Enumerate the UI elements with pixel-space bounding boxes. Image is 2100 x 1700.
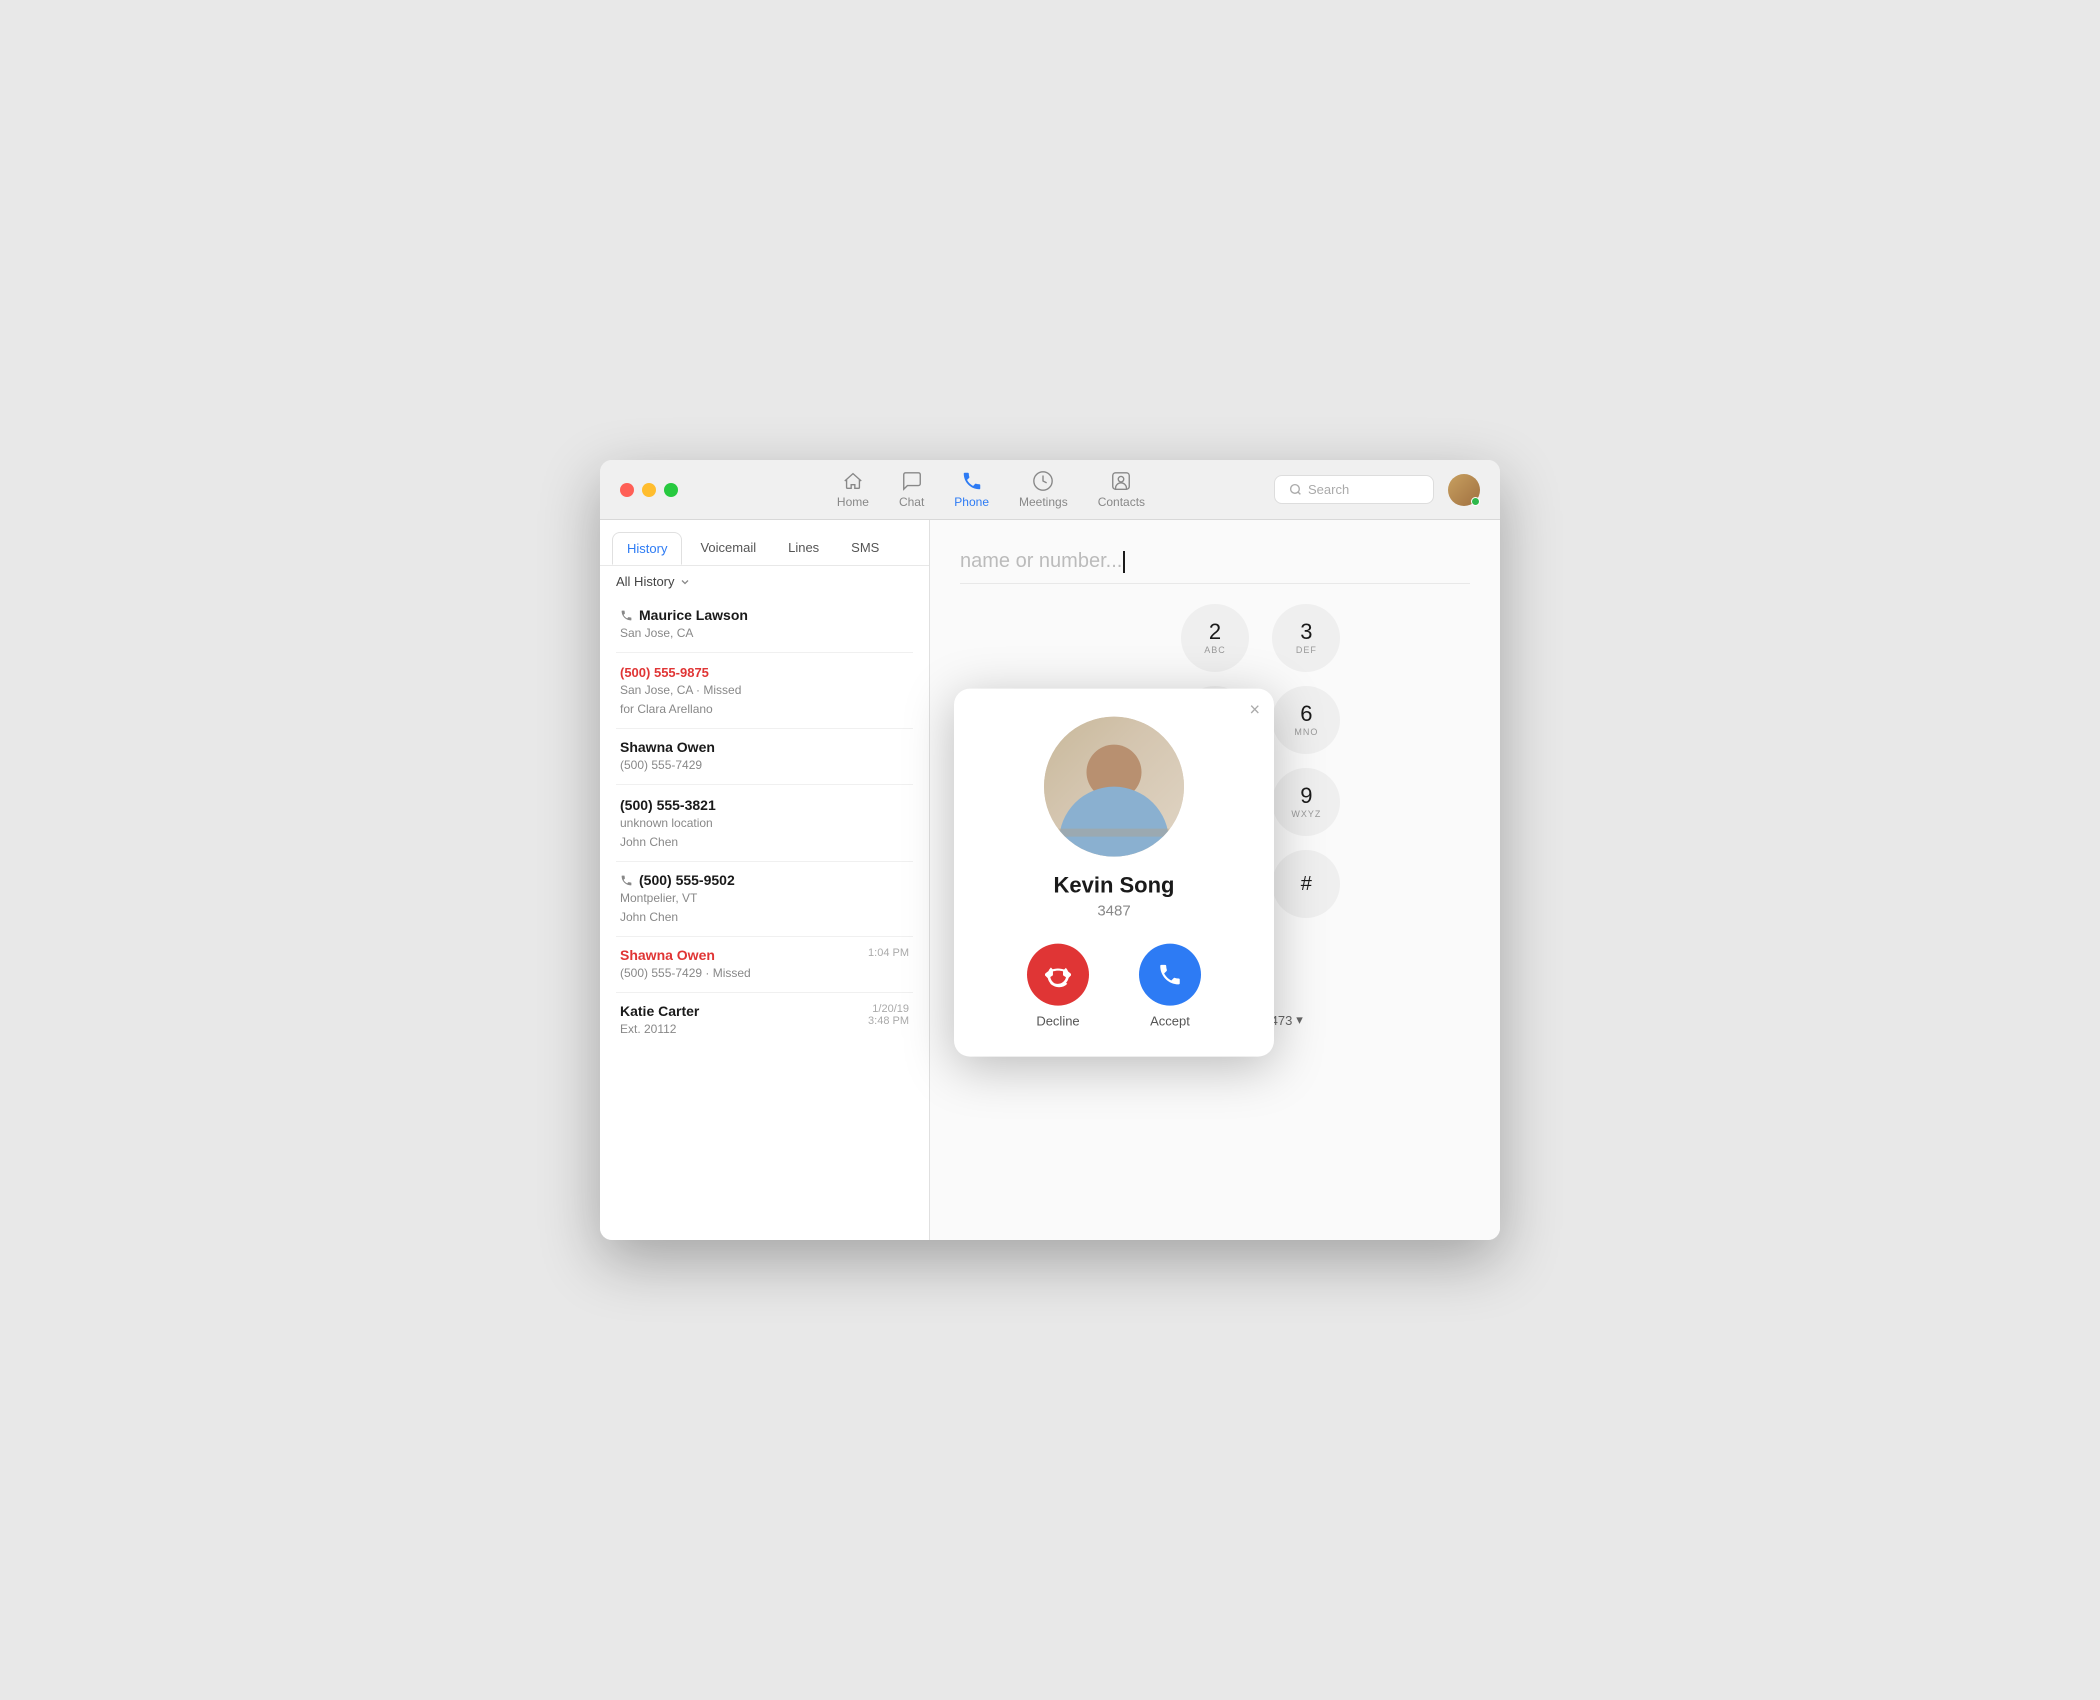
caller-avatar-img (1044, 717, 1184, 857)
nav-phone[interactable]: Phone (954, 470, 989, 509)
call-actions: Decline Accept (1027, 944, 1201, 1029)
decline-button[interactable] (1027, 944, 1089, 1006)
modal-close-button[interactable]: × (1249, 701, 1260, 719)
nav-chat[interactable]: Chat (899, 470, 924, 509)
caller-avatar (1044, 717, 1184, 857)
decline-icon (1045, 962, 1071, 988)
nav-home-label: Home (837, 495, 869, 509)
close-button[interactable] (620, 483, 634, 497)
nav-home[interactable]: Home (837, 470, 869, 509)
nav-contacts-label: Contacts (1098, 495, 1145, 509)
modal-overlay: × Kevin Song 3487 (600, 520, 1500, 1240)
app-window: Home Chat Phone Meetings (600, 460, 1500, 1240)
search-bar[interactable]: Search (1274, 475, 1434, 504)
maximize-button[interactable] (664, 483, 678, 497)
caller-name: Kevin Song (1053, 873, 1174, 899)
main-content: History Voicemail Lines SMS All History … (600, 520, 1500, 1240)
search-icon (1289, 483, 1302, 496)
accept-label: Accept (1150, 1014, 1190, 1029)
nav-chat-label: Chat (899, 495, 924, 509)
minimize-button[interactable] (642, 483, 656, 497)
person-body-shape (1059, 787, 1169, 857)
search-placeholder: Search (1308, 482, 1349, 497)
online-status-indicator (1471, 497, 1480, 506)
nav-phone-label: Phone (954, 495, 989, 509)
titlebar: Home Chat Phone Meetings (600, 460, 1500, 520)
nav-contacts[interactable]: Contacts (1098, 470, 1145, 509)
nav-meetings[interactable]: Meetings (1019, 470, 1068, 509)
decline-action[interactable]: Decline (1027, 944, 1089, 1029)
traffic-lights (620, 483, 678, 497)
decline-label: Decline (1036, 1014, 1079, 1029)
incoming-call-modal: × Kevin Song 3487 (954, 689, 1274, 1057)
nav-bar: Home Chat Phone Meetings (708, 470, 1274, 509)
accept-action[interactable]: Accept (1139, 944, 1201, 1029)
accept-icon (1157, 962, 1183, 988)
caller-ext: 3487 (1097, 903, 1130, 920)
user-avatar-wrap (1448, 474, 1480, 506)
shelf-detail (1044, 829, 1184, 837)
nav-meetings-label: Meetings (1019, 495, 1068, 509)
accept-button[interactable] (1139, 944, 1201, 1006)
